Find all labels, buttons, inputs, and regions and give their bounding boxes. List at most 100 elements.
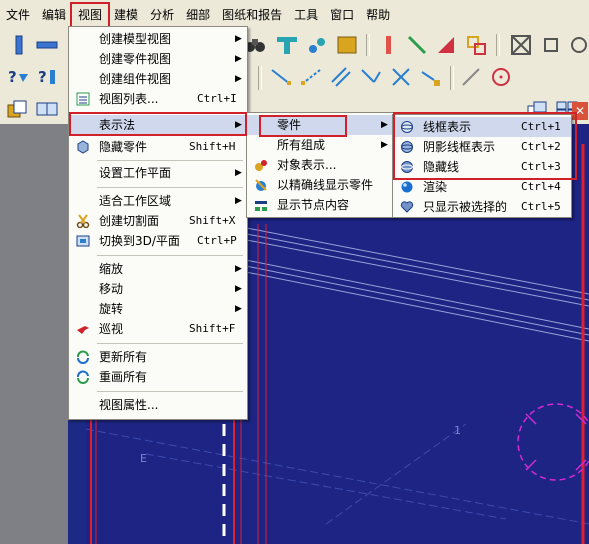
- menu-item-shortcut: Shift+X: [189, 214, 236, 227]
- submenu-arrow-icon: ▶: [235, 54, 242, 64]
- diagonal-beam-icon[interactable]: [406, 34, 428, 56]
- menu-item-create-model-view[interactable]: 创建模型视图 ▶: [69, 29, 247, 49]
- menu-item-create-part-view[interactable]: 创建零件视图 ▶: [69, 49, 247, 69]
- menu-window[interactable]: 窗口: [324, 4, 360, 26]
- menu-analysis[interactable]: 分析: [144, 4, 180, 26]
- snap-dashed-icon[interactable]: [300, 66, 322, 88]
- menu-item-label: 所有组成: [277, 138, 326, 152]
- menu-separator: [97, 112, 243, 113]
- bolt-group-icon[interactable]: [306, 34, 328, 56]
- menu-separator: [97, 391, 243, 392]
- snap-free-icon[interactable]: [460, 66, 482, 88]
- menu-item-view-list[interactable]: 视图列表... Ctrl+I: [69, 89, 247, 109]
- menu-separator: [97, 343, 243, 344]
- view-window-icon[interactable]: [6, 98, 28, 120]
- menu-item-label: 隐藏线: [423, 160, 460, 174]
- square-icon[interactable]: [540, 34, 562, 56]
- snap-center-icon[interactable]: [490, 66, 512, 88]
- menu-item-node-content[interactable]: 显示节点内容: [247, 195, 393, 215]
- snap-angle-icon[interactable]: [360, 66, 382, 88]
- menu-item-set-work-plane[interactable]: 设置工作平面 ▶: [69, 163, 247, 183]
- split-view-icon[interactable]: [36, 98, 58, 120]
- snap-line-icon[interactable]: [270, 66, 292, 88]
- menu-item-hide-part[interactable]: 隐藏零件 Shift+H: [69, 137, 247, 157]
- menu-view[interactable]: 视图: [70, 2, 111, 28]
- menu-item-label: 视图属性...: [99, 398, 159, 412]
- menu-item-part[interactable]: 零件 ▶: [247, 115, 393, 135]
- profile-icon[interactable]: [276, 34, 298, 56]
- menu-item-label: 阴影线框表示: [423, 140, 496, 154]
- menu-item-redraw-all[interactable]: 重画所有: [69, 367, 247, 387]
- query-icon[interactable]: ?: [6, 66, 28, 88]
- menu-item-all-components[interactable]: 所有组成 ▶: [247, 135, 393, 155]
- submenu-arrow-icon: ▶: [235, 74, 242, 84]
- representation-submenu: 零件 ▶ 所有组成 ▶ 对象表示... 以精确线显示零件 显示节点内容: [246, 112, 394, 218]
- menu-detailing[interactable]: 细部: [180, 4, 216, 26]
- beam-vertical-icon[interactable]: [378, 34, 400, 56]
- menu-item-render[interactable]: 渲染 Ctrl+4: [393, 177, 571, 197]
- menu-edit[interactable]: 编辑: [36, 4, 72, 26]
- plate-icon[interactable]: [336, 34, 358, 56]
- query-object-icon[interactable]: ?: [36, 66, 58, 88]
- menu-item-toggle-3d[interactable]: 切换到3D/平面 Ctrl+P: [69, 231, 247, 251]
- menu-item-zoom[interactable]: 缩放 ▶: [69, 259, 247, 279]
- menu-item-create-clip-plane[interactable]: 创建切割面 Shift+X: [69, 211, 247, 231]
- toolbar-separator: [450, 66, 454, 90]
- menu-item-label: 创建零件视图: [99, 52, 172, 66]
- menu-item-shortcut: Ctrl+2: [521, 140, 561, 153]
- menu-item-rotate[interactable]: 旋转 ▶: [69, 299, 247, 319]
- toolbar-separator: [366, 34, 370, 56]
- scissors-icon: [75, 213, 91, 229]
- menu-modeling[interactable]: 建模: [108, 4, 144, 26]
- menu-item-show-selected-only[interactable]: 只显示被选择的 Ctrl+5: [393, 197, 571, 217]
- menu-tools[interactable]: 工具: [288, 4, 324, 26]
- menu-item-exact-line[interactable]: 以精确线显示零件: [247, 175, 393, 195]
- menu-help[interactable]: 帮助: [360, 4, 396, 26]
- menu-file[interactable]: 文件: [0, 4, 36, 26]
- menu-item-label: 旋转: [99, 302, 124, 316]
- view-menu: 创建模型视图 ▶ 创建零件视图 ▶ 创建组件视图 ▶ 视图列表... Ctrl+…: [68, 26, 248, 420]
- menu-item-create-assembly-view[interactable]: 创建组件视图 ▶: [69, 69, 247, 89]
- circle-icon[interactable]: [568, 34, 589, 56]
- menu-item-label: 更新所有: [99, 350, 148, 364]
- show-selected-icon: [399, 199, 415, 215]
- copy-object-icon[interactable]: [466, 34, 488, 56]
- submenu-arrow-icon: ▶: [235, 168, 242, 178]
- object-rep-icon: [253, 157, 269, 173]
- menu-item-shortcut: Shift+H: [189, 140, 236, 153]
- snap-point-icon[interactable]: [420, 66, 442, 88]
- wireframe-icon: [399, 119, 415, 135]
- menu-item-fly[interactable]: 巡视 Shift+F: [69, 319, 247, 339]
- menu-item-label: 对象表示...: [277, 158, 337, 172]
- menu-item-wireframe[interactable]: 线框表示 Ctrl+1: [393, 117, 571, 137]
- submenu-arrow-icon: ▶: [235, 196, 242, 206]
- beam-icon[interactable]: [36, 34, 58, 56]
- menu-item-view-properties[interactable]: 视图属性...: [69, 395, 247, 415]
- menu-item-label: 创建模型视图: [99, 32, 172, 46]
- rotate-plane-icon[interactable]: [436, 34, 458, 56]
- menu-drawings-reports[interactable]: 图纸和报告: [216, 4, 288, 26]
- menu-item-shortcut: Ctrl+I: [197, 92, 237, 105]
- menu-item-label: 创建组件视图: [99, 72, 172, 86]
- menu-item-label: 零件: [277, 118, 302, 132]
- menu-item-pan[interactable]: 移动 ▶: [69, 279, 247, 299]
- menu-item-label: 重画所有: [99, 370, 148, 384]
- menu-item-label: 缩放: [99, 262, 124, 276]
- menu-item-hidden-line[interactable]: 隐藏线 Ctrl+3: [393, 157, 571, 177]
- close-view-icon[interactable]: ✕: [572, 102, 588, 120]
- view-list-icon: [75, 91, 91, 107]
- crossed-box-icon[interactable]: [510, 34, 532, 56]
- toggle-3d-icon: [75, 233, 91, 249]
- menu-item-fit-work-area[interactable]: 适合工作区域 ▶: [69, 191, 247, 211]
- menu-item-representation[interactable]: 表示法 ▶: [69, 115, 247, 135]
- svg-text:?: ?: [8, 68, 17, 86]
- grid-label-e: E: [140, 452, 147, 465]
- fly-icon: [75, 321, 91, 337]
- menu-item-object-representation[interactable]: 对象表示...: [247, 155, 393, 175]
- menu-item-shaded-wireframe[interactable]: 阴影线框表示 Ctrl+2: [393, 137, 571, 157]
- snap-intersection-icon[interactable]: [390, 66, 412, 88]
- hidden-line-icon: [399, 159, 415, 175]
- column-icon[interactable]: [8, 34, 30, 56]
- snap-parallel-icon[interactable]: [330, 66, 352, 88]
- menu-item-update-all[interactable]: 更新所有: [69, 347, 247, 367]
